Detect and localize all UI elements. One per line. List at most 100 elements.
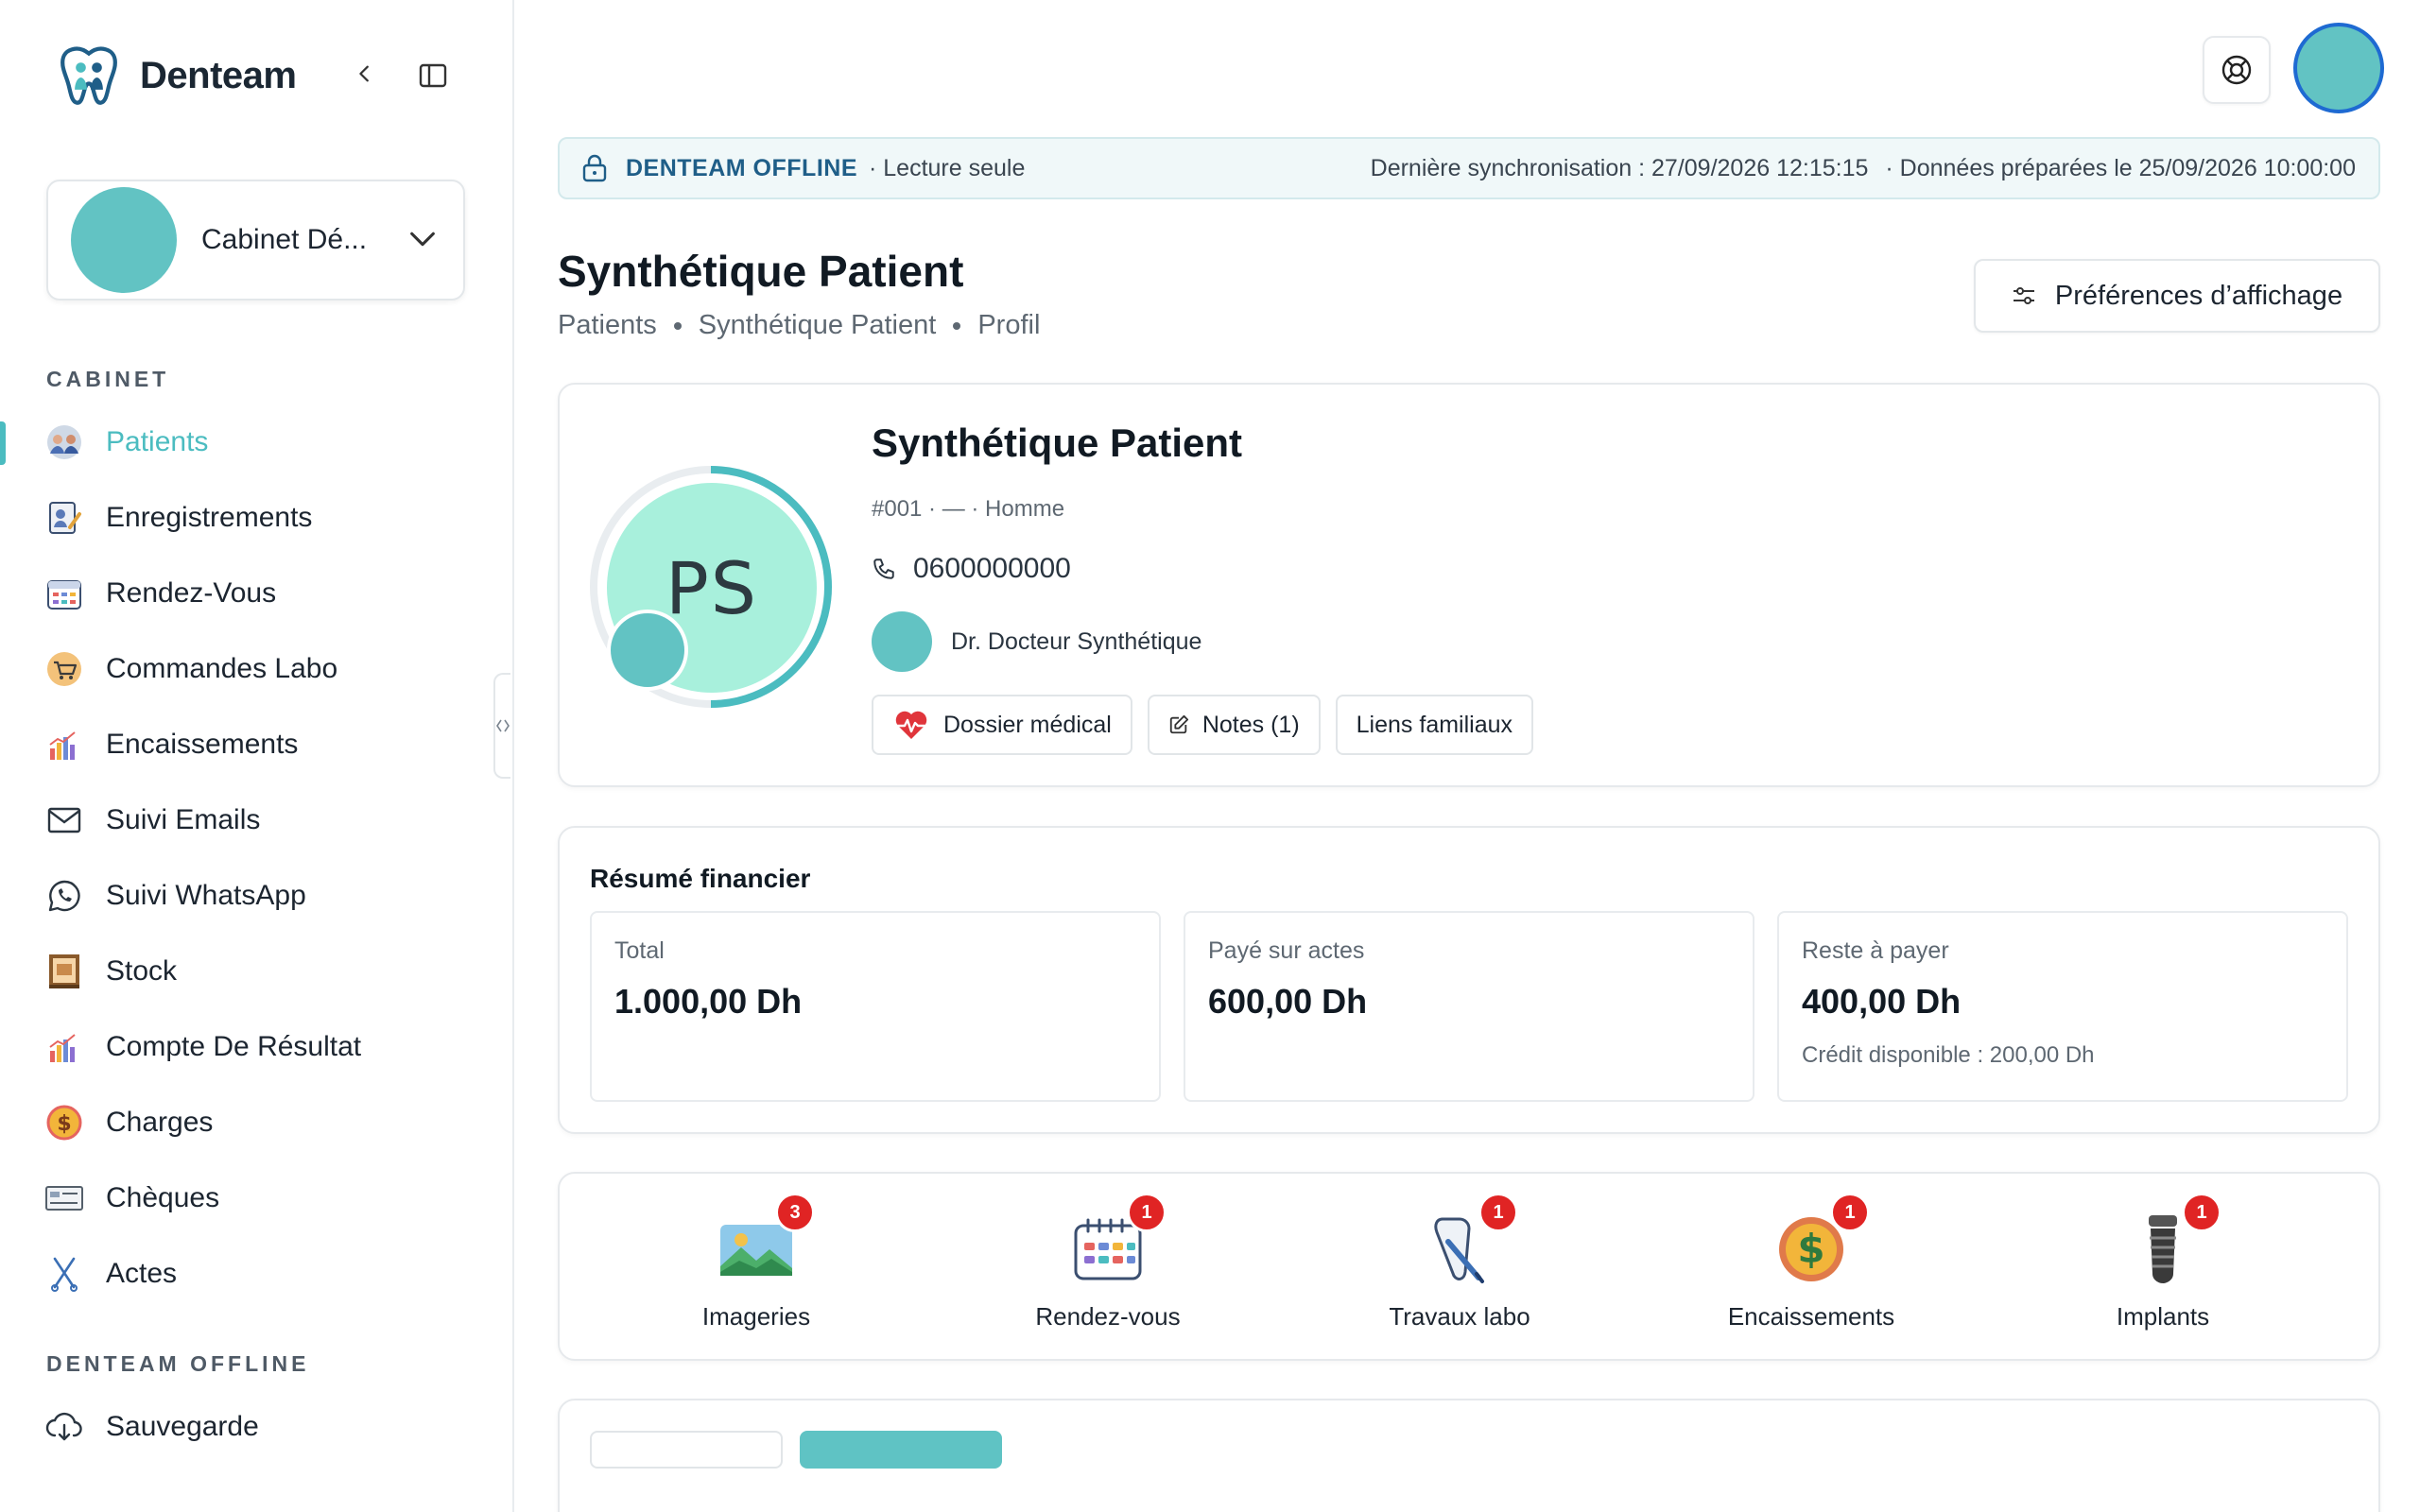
data-prepared-text: · Données préparées le 25/09/2026 10:00:… bbox=[1885, 154, 2356, 181]
user-avatar[interactable] bbox=[2293, 23, 2384, 113]
sidebar-item-stock[interactable]: Stock bbox=[0, 934, 512, 1009]
sidebar-item-encaissements[interactable]: Encaissements bbox=[0, 707, 512, 782]
total-box: Total 1.000,00 Dh bbox=[590, 911, 1161, 1102]
resize-arrows-icon bbox=[496, 719, 510, 732]
active-indicator bbox=[0, 421, 6, 465]
sliders-icon bbox=[2012, 284, 2036, 307]
svg-text:$: $ bbox=[57, 1112, 71, 1136]
sidebar-item-enregistrements[interactable]: Enregistrements bbox=[0, 480, 512, 556]
quick-item-travaux-labo[interactable]: 1 Travaux labo bbox=[1365, 1193, 1554, 1332]
brand[interactable]: Denteam bbox=[57, 42, 297, 110]
collapse-sidebar-button[interactable] bbox=[348, 57, 382, 91]
medical-record-button[interactable]: Dossier médical bbox=[872, 695, 1132, 755]
financial-summary-title: Résumé financier bbox=[590, 864, 811, 893]
count-badge: 1 bbox=[1478, 1193, 1518, 1232]
quick-item-implants[interactable]: 1 Implants bbox=[2068, 1193, 2257, 1332]
sidebar-item-patients[interactable]: Patients bbox=[0, 404, 512, 480]
sidebar-item-label: Rendez-Vous bbox=[106, 577, 277, 609]
quick-item-label: Rendez-vous bbox=[1035, 1302, 1181, 1331]
sidebar-panel-icon bbox=[419, 63, 447, 88]
count-badge: 1 bbox=[2182, 1193, 2221, 1232]
stock-icon bbox=[45, 953, 83, 990]
sidebar-item-label: Sauvegarde bbox=[106, 1411, 259, 1442]
scissors-icon bbox=[45, 1255, 83, 1293]
quick-item-label: Travaux labo bbox=[1389, 1302, 1530, 1331]
sidebar-item-charges[interactable]: $ Charges bbox=[0, 1085, 512, 1160]
breadcrumb-separator bbox=[673, 321, 682, 330]
total-value: 1.000,00 Dh bbox=[614, 982, 803, 1021]
sidebar: Denteam Cabinet Dé... CABINET Patients E… bbox=[0, 0, 514, 1512]
display-preferences-button[interactable]: Préférences d’affichage bbox=[1974, 259, 2380, 333]
breadcrumb-item[interactable]: Patients bbox=[558, 310, 657, 341]
quick-item-rendez-vous[interactable]: 1 Rendez-vous bbox=[1013, 1193, 1202, 1332]
cloud-download-icon bbox=[45, 1408, 83, 1446]
calendar-icon: 1 bbox=[1068, 1193, 1167, 1289]
sidebar-item-rendez-vous[interactable]: Rendez-Vous bbox=[0, 556, 512, 631]
mail-icon bbox=[45, 801, 83, 839]
dollar-icon: $ bbox=[45, 1104, 83, 1142]
sidebar-item-sauvegarde[interactable]: Sauvegarde bbox=[0, 1389, 512, 1465]
cheque-icon bbox=[45, 1179, 83, 1217]
sidebar-item-label: Suivi WhatsApp bbox=[106, 880, 306, 911]
quick-item-imageries[interactable]: 3 Imageries bbox=[662, 1193, 851, 1332]
page-title: Synthétique Patient bbox=[558, 247, 964, 296]
chevron-left-icon bbox=[359, 65, 369, 82]
count-badge: 1 bbox=[1830, 1193, 1870, 1232]
sidebar-item-label: Suivi Emails bbox=[106, 804, 261, 835]
heartbeat-icon bbox=[892, 709, 930, 741]
count-badge: 1 bbox=[1127, 1193, 1167, 1232]
calendar-icon bbox=[45, 575, 83, 612]
quick-item-label: Encaissements bbox=[1727, 1302, 1895, 1331]
doctor-avatar bbox=[872, 611, 932, 672]
paid-label: Payé sur actes bbox=[1208, 937, 1365, 964]
lock-icon bbox=[582, 154, 607, 182]
breadcrumb-separator bbox=[953, 321, 961, 330]
financial-summary-card: Résumé financier Total 1.000,00 Dh Payé … bbox=[558, 826, 2380, 1134]
remaining-box: Reste à payer 400,00 Dh Crédit disponibl… bbox=[1777, 911, 2348, 1102]
bar-chart-icon bbox=[45, 1028, 83, 1066]
sidebar-item-label: Commandes Labo bbox=[106, 653, 338, 684]
family-links-button[interactable]: Liens familiaux bbox=[1335, 695, 1534, 755]
toggle-sidebar-button[interactable] bbox=[416, 59, 450, 93]
org-selector[interactable]: Cabinet Dé... bbox=[46, 180, 465, 301]
patient-phone-number: 0600000000 bbox=[913, 553, 1071, 584]
quick-item-label: Implants bbox=[2116, 1302, 2210, 1331]
total-label: Total bbox=[614, 937, 665, 964]
family-links-label: Liens familiaux bbox=[1356, 711, 1513, 738]
patient-profile-card: PS Synthétique Patient #001 · — · Homme … bbox=[558, 383, 2380, 787]
sidebar-nav-offline: Sauvegarde bbox=[0, 1389, 512, 1465]
brand-name: Denteam bbox=[140, 54, 297, 96]
sidebar-resize-handle[interactable] bbox=[493, 673, 510, 779]
doctor-name: Dr. Docteur Synthétique bbox=[951, 627, 1202, 655]
lifebuoy-icon bbox=[2221, 55, 2252, 85]
sidebar-item-cheques[interactable]: Chèques bbox=[0, 1160, 512, 1236]
patients-icon bbox=[45, 423, 83, 461]
help-button[interactable] bbox=[2203, 36, 2271, 104]
sidebar-item-label: Stock bbox=[106, 955, 178, 987]
notes-button[interactable]: Notes (1) bbox=[1147, 695, 1321, 755]
tab-button-active[interactable] bbox=[800, 1431, 1002, 1469]
phone-icon bbox=[872, 557, 896, 581]
sidebar-item-label: Enregistrements bbox=[106, 502, 313, 533]
patient-meta: #001 · — · Homme bbox=[872, 496, 1065, 522]
dollar-icon: $ 1 bbox=[1772, 1193, 1870, 1289]
available-credit: Crédit disponible : 200,00 Dh bbox=[1802, 1042, 2095, 1068]
sidebar-item-actes[interactable]: Actes bbox=[0, 1236, 512, 1312]
sidebar-item-suivi-emails[interactable]: Suivi Emails bbox=[0, 782, 512, 858]
sidebar-item-commandes-labo[interactable]: Commandes Labo bbox=[0, 631, 512, 707]
medical-record-label: Dossier médical bbox=[943, 711, 1112, 738]
tab-button[interactable] bbox=[590, 1431, 783, 1469]
sidebar-item-compte-de-resultat[interactable]: Compte De Résultat bbox=[0, 1009, 512, 1085]
breadcrumb: Patients Synthétique Patient Profil bbox=[558, 310, 1040, 341]
section-label-offline: DENTEAM OFFLINE bbox=[46, 1351, 310, 1376]
quick-access-card: 3 Imageries 1 Rendez-vous 1 Travaux labo… bbox=[558, 1172, 2380, 1361]
sidebar-item-suivi-whatsapp[interactable]: Suivi WhatsApp bbox=[0, 858, 512, 934]
quick-item-encaissements[interactable]: $ 1 Encaissements bbox=[1717, 1193, 1906, 1332]
remaining-label: Reste à payer bbox=[1802, 937, 1949, 964]
patient-tabs-card bbox=[558, 1399, 2380, 1512]
assigned-doctor: Dr. Docteur Synthétique bbox=[872, 611, 1201, 672]
patient-photo-badge[interactable] bbox=[607, 610, 688, 691]
remaining-value: 400,00 Dh bbox=[1802, 982, 1962, 1021]
tooth-brush-icon: 1 bbox=[1420, 1193, 1518, 1289]
breadcrumb-item[interactable]: Synthétique Patient bbox=[699, 310, 937, 341]
